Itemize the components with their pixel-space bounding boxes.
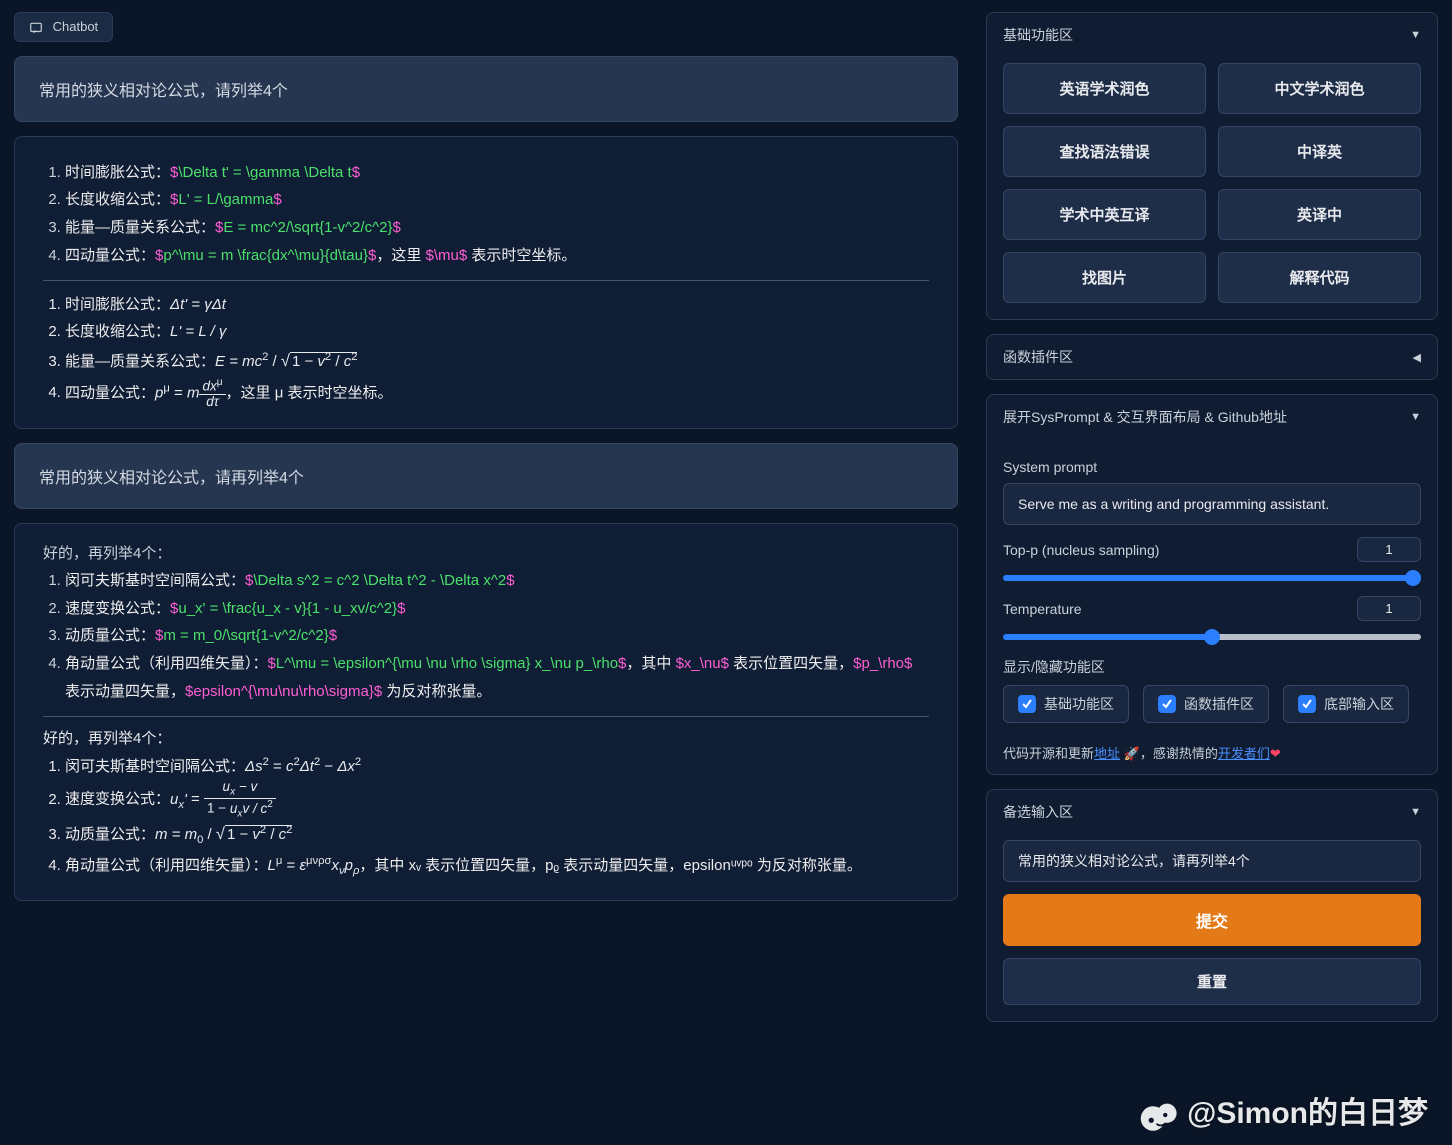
- panel-plugins: 函数插件区 ◀: [986, 334, 1438, 380]
- toggle-label: 基础功能区: [1044, 694, 1114, 714]
- toggle-label: 底部输入区: [1324, 694, 1394, 714]
- user-message-1: 常用的狭义相对论公式，请列举4个: [14, 56, 958, 122]
- function-button-1[interactable]: 中文学术润色: [1218, 63, 1421, 114]
- function-button-7[interactable]: 解释代码: [1218, 252, 1421, 303]
- formula-raw-5: 闵可夫斯基时空间隔公式：$\Delta s^2 = c^2 \Delta t^2…: [65, 567, 929, 595]
- formula-raw-7: 动质量公式：$m = m_0/\sqrt{1-v^2/c^2}$: [65, 622, 929, 650]
- assistant-message-1: 时间膨胀公式：$\Delta t' = \gamma \Delta t$ 长度收…: [14, 136, 958, 429]
- github-link[interactable]: 地址: [1094, 746, 1120, 761]
- chevron-left-icon: ◀: [1413, 351, 1421, 364]
- topp-label: Top-p (nucleus sampling): [1003, 542, 1159, 558]
- submit-button[interactable]: 提交: [1003, 894, 1421, 946]
- function-button-4[interactable]: 学术中英互译: [1003, 189, 1206, 240]
- formula-rendered-5: 闵可夫斯基时空间隔公式：Δs2 = c2Δt2 − Δx2: [65, 752, 929, 781]
- panel-basic-functions: 基础功能区 ▼ 英语学术润色中文学术润色查找语法错误中译英学术中英互译英译中找图…: [986, 12, 1438, 320]
- reset-button[interactable]: 重置: [1003, 958, 1421, 1005]
- temperature-label: Temperature: [1003, 601, 1082, 617]
- formula-rendered-8: 角动量公式（利用四维矢量）：Lμ = εμνρσxνpρ，其中 xᵥ 表示位置四…: [65, 851, 929, 882]
- toggle-group: 基础功能区 函数插件区 底部输入区: [1003, 685, 1421, 723]
- basic-button-grid: 英语学术润色中文学术润色查找语法错误中译英学术中英互译英译中找图片解释代码: [1003, 63, 1421, 303]
- heart-icon: ❤: [1270, 746, 1281, 761]
- toggle-1[interactable]: 函数插件区: [1143, 685, 1269, 723]
- toggle-section-label: 显示/隐藏功能区: [1003, 657, 1421, 677]
- topp-slider[interactable]: [1003, 575, 1421, 581]
- developers-link[interactable]: 开发者们: [1218, 746, 1270, 761]
- divider: [43, 280, 929, 281]
- formula-rendered-2: 长度收缩公式：L' = L / γ: [65, 318, 929, 346]
- panel-layout: 展开SysPrompt & 交互界面布局 & Github地址 ▼ System…: [986, 394, 1438, 775]
- panel-alt-header[interactable]: 备选输入区 ▼: [987, 790, 1437, 834]
- chevron-down-icon: ▼: [1410, 806, 1421, 818]
- function-button-0[interactable]: 英语学术润色: [1003, 63, 1206, 114]
- formula-rendered-6: 速度变换公式：ux' = ux − v1 − uxv / c2: [65, 780, 929, 819]
- panel-plugins-header[interactable]: 函数插件区 ◀: [987, 335, 1437, 379]
- temperature-slider[interactable]: [1003, 634, 1421, 640]
- formula-raw-4: 四动量公式：$p^\mu = m \frac{dx^\mu}{d\tau}$，这…: [65, 242, 929, 270]
- assistant-message-2: 好的，再列举4个： 闵可夫斯基时空间隔公式：$\Delta s^2 = c^2 …: [14, 523, 958, 901]
- formula-raw-6: 速度变换公式：$u_x' = \frac{u_x - v}{1 - u_xv/c…: [65, 595, 929, 623]
- toggle-0[interactable]: 基础功能区: [1003, 685, 1129, 723]
- panel-layout-header[interactable]: 展开SysPrompt & 交互界面布局 & Github地址 ▼: [987, 395, 1437, 439]
- checkbox-icon: [1158, 695, 1176, 713]
- formula-rendered-1: 时间膨胀公式：Δt' = γΔt: [65, 291, 929, 319]
- formula-rendered-7: 动质量公式：m = m0 / √1 − v2 / c2: [65, 819, 929, 851]
- function-button-2[interactable]: 查找语法错误: [1003, 126, 1206, 177]
- system-prompt-label: System prompt: [1003, 459, 1421, 475]
- panel-alt-input: 备选输入区 ▼ 提交 重置: [986, 789, 1438, 1022]
- tab-chatbot-label: Chatbot: [53, 19, 99, 34]
- temperature-value[interactable]: 1: [1357, 596, 1421, 621]
- credits-line: 代码开源和更新地址 🚀，感谢热情的开发者们❤: [987, 739, 1437, 774]
- formula-rendered-3: 能量—质量关系公式：E = mc2 / √1 − v2 / c2: [65, 346, 929, 377]
- user-message-2: 常用的狭义相对论公式，请再列举4个: [14, 443, 958, 509]
- function-button-3[interactable]: 中译英: [1218, 126, 1421, 177]
- formula-raw-3: 能量—质量关系公式：$E = mc^2/\sqrt{1-v^2/c^2}$: [65, 214, 929, 242]
- formula-rendered-4: 四动量公式：pμ = mdxμdτ，这里 μ 表示时空坐标。: [65, 377, 929, 410]
- checkbox-icon: [1298, 695, 1316, 713]
- panel-layout-title: 展开SysPrompt & 交互界面布局 & Github地址: [1003, 407, 1287, 427]
- function-button-5[interactable]: 英译中: [1218, 189, 1421, 240]
- formula-raw-1: 时间膨胀公式：$\Delta t' = \gamma \Delta t$: [65, 159, 929, 187]
- chat-icon: [29, 21, 43, 35]
- alt-input[interactable]: [1003, 840, 1421, 882]
- formula-raw-8: 角动量公式（利用四维矢量）：$L^\mu = \epsilon^{\mu \nu…: [65, 650, 929, 706]
- checkbox-icon: [1018, 695, 1036, 713]
- divider: [43, 716, 929, 717]
- chevron-down-icon: ▼: [1410, 411, 1421, 423]
- intro-text: 好的，再列举4个：: [43, 542, 929, 563]
- tab-bar: Chatbot: [14, 12, 958, 42]
- function-button-6[interactable]: 找图片: [1003, 252, 1206, 303]
- chevron-down-icon: ▼: [1410, 29, 1421, 41]
- panel-basic-title: 基础功能区: [1003, 25, 1073, 45]
- tab-chatbot[interactable]: Chatbot: [14, 12, 113, 42]
- toggle-2[interactable]: 底部输入区: [1283, 685, 1409, 723]
- topp-value[interactable]: 1: [1357, 537, 1421, 562]
- panel-basic-header[interactable]: 基础功能区 ▼: [987, 13, 1437, 57]
- panel-plugins-title: 函数插件区: [1003, 347, 1073, 367]
- panel-alt-title: 备选输入区: [1003, 802, 1073, 822]
- toggle-label: 函数插件区: [1184, 694, 1254, 714]
- system-prompt-input[interactable]: [1003, 483, 1421, 525]
- formula-raw-2: 长度收缩公式：$L' = L/\gamma$: [65, 186, 929, 214]
- intro-rendered: 好的，再列举4个：: [43, 727, 929, 748]
